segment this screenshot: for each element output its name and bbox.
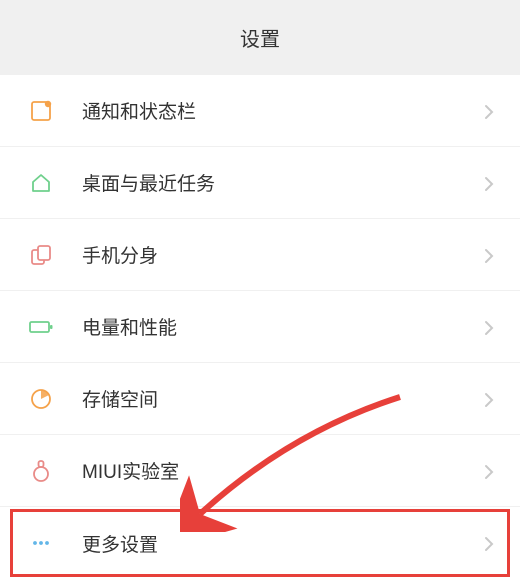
item-more-settings[interactable]: 更多设置 (0, 507, 520, 579)
chevron-right-icon (484, 536, 498, 550)
page-title: 设置 (240, 23, 280, 52)
item-label: MIUI实验室 (82, 457, 484, 484)
home-icon (28, 170, 54, 196)
chevron-right-icon (484, 248, 498, 262)
item-label: 手机分身 (82, 241, 484, 268)
item-label: 存储空间 (82, 385, 484, 412)
chevron-right-icon (484, 392, 498, 406)
item-home-recent[interactable]: 桌面与最近任务 (0, 147, 520, 219)
battery-icon (28, 314, 54, 340)
item-storage[interactable]: 存储空间 (0, 363, 520, 435)
chevron-right-icon (484, 464, 498, 478)
settings-list: 通知和状态栏 桌面与最近任务 手机分身 (0, 75, 520, 579)
notification-icon (28, 98, 54, 124)
item-label: 桌面与最近任务 (82, 169, 484, 196)
item-dual-apps[interactable]: 手机分身 (0, 219, 520, 291)
item-miui-lab[interactable]: MIUI实验室 (0, 435, 520, 507)
item-label: 通知和状态栏 (82, 97, 484, 124)
chevron-right-icon (484, 320, 498, 334)
more-icon (28, 530, 54, 556)
item-notification-bar[interactable]: 通知和状态栏 (0, 75, 520, 147)
lab-icon (28, 458, 54, 484)
item-battery[interactable]: 电量和性能 (0, 291, 520, 363)
storage-icon (28, 386, 54, 412)
item-label: 电量和性能 (82, 313, 484, 340)
chevron-right-icon (484, 176, 498, 190)
header: 设置 (0, 0, 520, 75)
item-label: 更多设置 (82, 530, 484, 557)
chevron-right-icon (484, 104, 498, 118)
dual-apps-icon (28, 242, 54, 268)
